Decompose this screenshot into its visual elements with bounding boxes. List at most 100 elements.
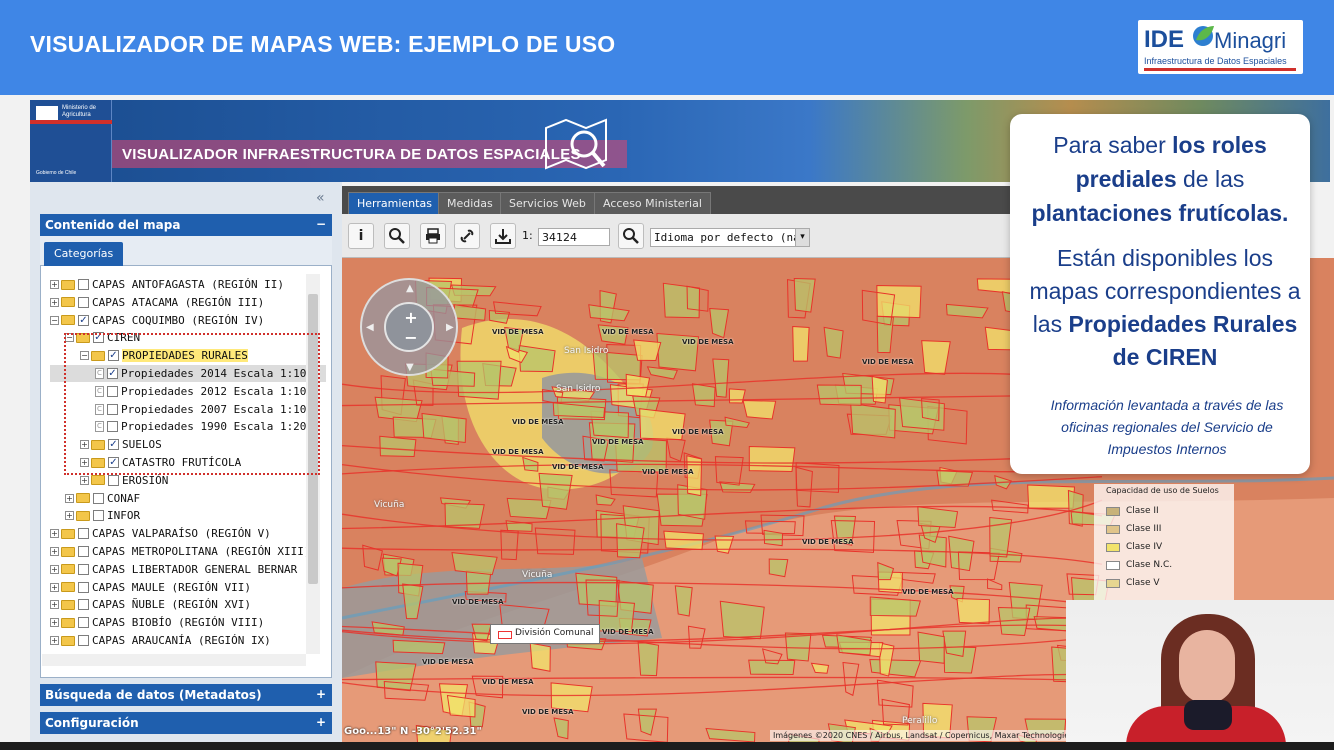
tree-item[interactable]: − ✓ CIREN bbox=[50, 329, 326, 346]
tree-item[interactable]: + CAPAS ATACAMA (REGIÓN III) bbox=[50, 294, 326, 311]
tree-item[interactable]: + CAPAS MAULE (REGIÓN VII) bbox=[50, 579, 326, 596]
pan-down-icon[interactable]: ▼ bbox=[406, 362, 414, 373]
layer-checkbox[interactable]: ✓ bbox=[107, 368, 118, 379]
layer-checkbox[interactable]: ✓ bbox=[108, 457, 119, 468]
tree-item[interactable]: − ✓ PROPIEDADES RURALES bbox=[50, 347, 326, 364]
chevron-down-icon[interactable]: ▾ bbox=[795, 229, 809, 246]
tree-item[interactable]: + CAPAS VALPARAÍSO (REGIÓN V) bbox=[50, 525, 326, 542]
tree-item[interactable]: + CAPAS METROPOLITANA (REGIÓN XIII) bbox=[50, 543, 326, 560]
collapse-icon[interactable]: − bbox=[50, 315, 59, 325]
tree-item[interactable]: + CAPAS ARAUCANÍA (REGIÓN IX) bbox=[50, 632, 326, 649]
expand-icon[interactable]: + bbox=[50, 600, 59, 610]
expand-icon[interactable]: + bbox=[50, 529, 59, 539]
logo-ide-text: IDE bbox=[1144, 26, 1185, 53]
layer-checkbox[interactable] bbox=[78, 528, 89, 540]
config-panel-expand[interactable]: + bbox=[316, 715, 326, 729]
link-icon[interactable] bbox=[454, 223, 480, 249]
content-panel-header[interactable]: Contenido del mapa − bbox=[40, 214, 332, 236]
tree-item-label: CAPAS ÑUBLE (REGIÓN XVI) bbox=[92, 598, 251, 612]
tree-item[interactable]: − ✓ CAPAS COQUIMBO (REGIÓN IV) bbox=[50, 312, 326, 329]
layer-checkbox[interactable] bbox=[78, 563, 89, 575]
folder-icon bbox=[91, 457, 105, 468]
layer-checkbox[interactable] bbox=[93, 510, 104, 522]
tree-item[interactable]: + CAPAS LIBERTADOR GENERAL BERNAR bbox=[50, 561, 326, 578]
collapse-sidebar-button[interactable]: « bbox=[316, 190, 325, 206]
parcel-shape bbox=[379, 435, 417, 457]
pan-zoom-control[interactable]: ▲ ▼ ◀ ▶ + − bbox=[360, 278, 458, 376]
search-panel-expand[interactable]: + bbox=[316, 687, 326, 701]
expand-icon[interactable]: + bbox=[65, 493, 74, 503]
layer-checkbox[interactable] bbox=[78, 546, 89, 557]
zoom-search-icon[interactable] bbox=[384, 223, 410, 249]
layer-checkbox[interactable] bbox=[78, 599, 89, 611]
layer-checkbox[interactable] bbox=[78, 279, 89, 290]
scale-search-icon[interactable] bbox=[618, 223, 644, 249]
tree-item[interactable]: + CAPAS ANTOFAGASTA (REGIÓN II) bbox=[50, 276, 326, 293]
layer-checkbox[interactable] bbox=[78, 635, 89, 646]
layer-checkbox[interactable] bbox=[78, 617, 89, 629]
layer-checkbox[interactable] bbox=[107, 403, 118, 415]
expand-icon[interactable]: + bbox=[65, 511, 74, 521]
tab-herramientas[interactable]: Herramientas bbox=[348, 192, 441, 214]
layer-checkbox[interactable] bbox=[93, 492, 104, 504]
tree-item[interactable]: C Propiedades 2007 Escala 1:10.0 bbox=[50, 401, 326, 418]
download-icon[interactable] bbox=[490, 223, 516, 249]
tree-item[interactable]: + EROSIÓN bbox=[50, 472, 326, 489]
expand-icon[interactable]: + bbox=[50, 280, 59, 289]
scale-input[interactable]: 34124 bbox=[538, 228, 610, 246]
content-panel-toggle[interactable]: − bbox=[316, 217, 326, 231]
collapse-icon[interactable]: − bbox=[65, 333, 74, 343]
tab-categories[interactable]: Categorías bbox=[44, 242, 124, 266]
tab-servicios-web[interactable]: Servicios Web bbox=[500, 192, 595, 214]
expand-icon[interactable]: + bbox=[50, 636, 59, 645]
layer-checkbox[interactable]: ✓ bbox=[108, 350, 119, 362]
layer-checkbox[interactable] bbox=[107, 421, 118, 433]
expand-icon[interactable]: + bbox=[80, 475, 89, 485]
zoom-in-button[interactable]: + bbox=[386, 308, 436, 327]
layer-checkbox[interactable] bbox=[107, 385, 118, 397]
tree-item[interactable]: + CAPAS BIOBÍO (REGIÓN VIII) bbox=[50, 614, 326, 631]
tree-item[interactable]: + CAPAS ÑUBLE (REGIÓN XVI) bbox=[50, 596, 326, 613]
expand-icon[interactable]: + bbox=[50, 297, 59, 307]
pan-up-icon[interactable]: ▲ bbox=[406, 283, 414, 294]
tab-acceso-ministerial[interactable]: Acceso Ministerial bbox=[594, 192, 711, 214]
layer-checkbox[interactable] bbox=[78, 296, 89, 308]
zoom-out-button[interactable]: − bbox=[386, 328, 436, 347]
expand-icon[interactable]: + bbox=[50, 547, 59, 556]
tree-item[interactable]: C Propiedades 2012 Escala 1:10.0 bbox=[50, 383, 326, 400]
town-label: Vicuña bbox=[522, 570, 553, 580]
layer-checkbox[interactable] bbox=[78, 581, 89, 593]
map-attribution: Imágenes ©2020 CNES / Airbus, Landsat / … bbox=[770, 730, 1077, 741]
config-panel-header[interactable]: Configuración + bbox=[40, 712, 332, 734]
tree-item[interactable]: + ✓ SUELOS bbox=[50, 436, 326, 453]
info-paragraph-1: Para saber los roles prediales de las pl… bbox=[1031, 132, 1289, 226]
tree-item[interactable]: + CONAF bbox=[50, 490, 326, 507]
tree-item[interactable]: + INFOR bbox=[50, 507, 326, 524]
info-icon[interactable]: i bbox=[348, 223, 374, 249]
tab-medidas[interactable]: Medidas bbox=[438, 192, 502, 214]
layer-checkbox[interactable]: ✓ bbox=[108, 439, 119, 451]
layer-checkbox[interactable]: ✓ bbox=[78, 314, 89, 326]
tree-vertical-scrollbar[interactable] bbox=[306, 274, 320, 654]
expand-icon[interactable]: + bbox=[50, 582, 59, 592]
expand-icon[interactable]: + bbox=[80, 458, 89, 467]
tree-item[interactable]: C Propiedades 1990 Escala 1:20.0 bbox=[50, 418, 326, 435]
expand-icon[interactable]: + bbox=[80, 440, 89, 450]
tree-item[interactable]: + ✓ CATASTRO FRUTÍCOLA bbox=[50, 454, 326, 471]
legend-swatch bbox=[1106, 524, 1120, 534]
tree-horizontal-scrollbar[interactable] bbox=[42, 654, 306, 666]
expand-icon[interactable]: + bbox=[50, 618, 59, 628]
collapse-icon[interactable]: − bbox=[80, 351, 89, 361]
layer-checkbox[interactable]: ✓ bbox=[93, 332, 104, 344]
language-select[interactable]: Idioma por defecto (naveg ▾ bbox=[650, 228, 810, 247]
tree-scroll-thumb[interactable] bbox=[308, 294, 318, 584]
expand-icon[interactable]: + bbox=[50, 564, 59, 574]
pan-left-icon[interactable]: ◀ bbox=[366, 322, 374, 333]
tree-item[interactable]: C ✓ Propiedades 2014 Escala 1:10.0 bbox=[50, 365, 326, 382]
ministry-name: Ministerio de Agricultura bbox=[62, 105, 97, 118]
layer-checkbox[interactable] bbox=[108, 474, 119, 486]
search-panel-header[interactable]: Búsqueda de datos (Metadatos) + bbox=[40, 684, 332, 706]
search-panel-title: Búsqueda de datos (Metadatos) bbox=[45, 688, 262, 702]
pan-right-icon[interactable]: ▶ bbox=[446, 322, 454, 333]
print-icon[interactable] bbox=[420, 223, 446, 249]
